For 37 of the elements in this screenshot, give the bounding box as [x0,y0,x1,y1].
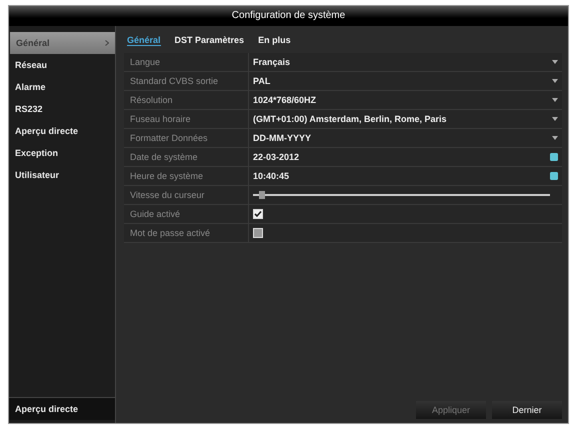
back-button[interactable]: Dernier [492,401,562,419]
checkbox[interactable] [253,209,263,219]
window-title: Configuration de système [9,6,568,26]
caret-icon [552,117,558,121]
input-field[interactable]: 10:40:45 [253,168,558,184]
chevron-right-icon [105,40,109,46]
setting-label: Formatter Données [124,129,249,147]
sidebar-item[interactable]: RS232 [9,98,115,120]
dropdown-field[interactable]: PAL [253,73,558,89]
sidebar-item[interactable]: Aperçu directe [9,397,115,420]
sidebar-item[interactable]: Aperçu directe [9,120,115,142]
sidebar-item[interactable]: Utilisateur [9,164,115,186]
setting-label: Heure de système [124,167,249,185]
input-field[interactable]: 22-03-2012 [253,149,558,165]
dropdown-field[interactable]: (GMT+01:00) Amsterdam, Berlin, Rome, Paris [253,111,558,127]
sidebar-item[interactable]: Exception [9,142,115,164]
slider[interactable] [253,191,550,199]
caret-icon [552,60,558,64]
setting-label: Langue [124,53,249,71]
tab[interactable]: DST Paramètres [174,35,244,45]
caret-icon [552,79,558,83]
setting-label: Date de système [124,148,249,166]
setting-label: Mot de passe activé [124,224,249,242]
sidebar-item[interactable]: Réseau [9,54,115,76]
setting-label: Fuseau horaire [124,110,249,128]
sidebar-item[interactable]: Alarme [9,76,115,98]
dropdown-field[interactable]: Français [253,54,558,70]
setting-label: Standard CVBS sortie [124,72,249,90]
caret-icon [552,136,558,140]
tab[interactable]: En plus [258,35,291,45]
dropdown-field[interactable]: DD-MM-YYYY [253,130,558,146]
setting-label: Résolution [124,91,249,109]
tab[interactable]: Général [127,34,161,46]
setting-label: Guide activé [124,205,249,223]
dropdown-field[interactable]: 1024*768/60HZ [253,92,558,108]
caret-icon [552,98,558,102]
setting-label: Vitesse du curseur [124,186,249,204]
